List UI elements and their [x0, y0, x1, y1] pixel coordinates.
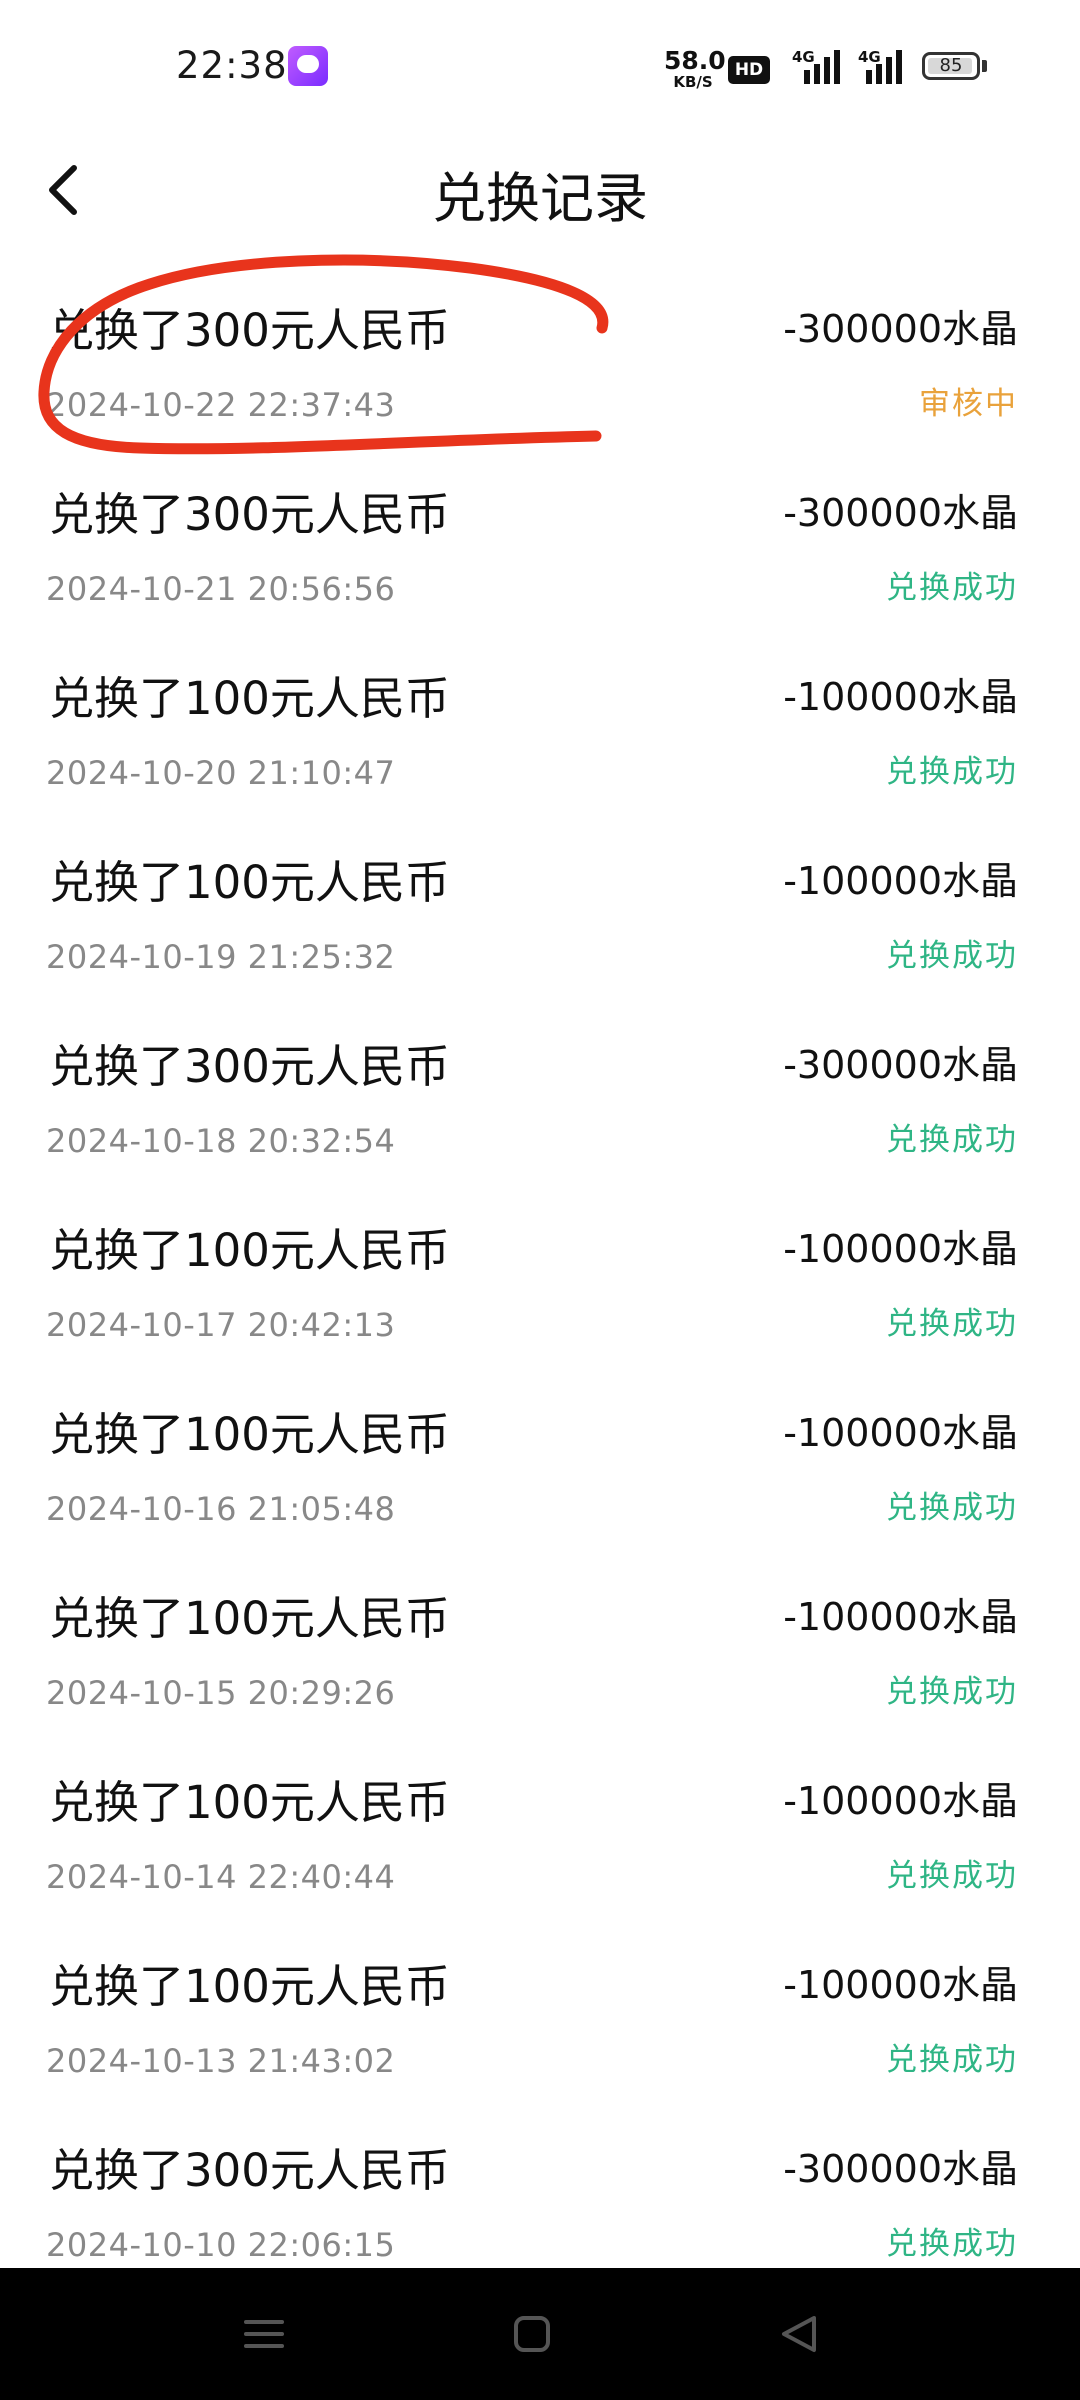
record-title: 兑换了100元人民币	[49, 1776, 450, 1829]
list-item[interactable]: 兑换了300元人民币 2024-10-22 22:37:43 -300000水晶…	[46, 272, 1034, 456]
record-title: 兑换了300元人民币	[49, 1040, 450, 1093]
record-status: 兑换成功	[886, 1306, 1018, 1342]
record-time: 2024-10-14 22:40:44	[46, 1858, 396, 1896]
record-amount: -300000水晶	[783, 1043, 1018, 1087]
record-time: 2024-10-19 21:25:32	[46, 938, 396, 976]
record-time: 2024-10-21 20:56:56	[46, 570, 396, 608]
hd-icon: HD	[728, 56, 770, 84]
record-amount: -100000水晶	[783, 1227, 1018, 1271]
network-speed: 58.0 KB/S	[664, 46, 726, 91]
record-status: 兑换成功	[886, 1674, 1018, 1710]
signal-type-label: 4G	[792, 48, 815, 66]
record-title: 兑换了100元人民币	[49, 1408, 450, 1461]
record-amount: -100000水晶	[783, 675, 1018, 719]
record-amount: -100000水晶	[783, 1411, 1018, 1455]
list-item[interactable]: 兑换了300元人民币 2024-10-18 20:32:54 -300000水晶…	[46, 1008, 1034, 1192]
signal-icon: 4G	[858, 48, 910, 84]
record-time: 2024-10-15 20:29:26	[46, 1674, 396, 1712]
list-item[interactable]: 兑换了300元人民币 2024-10-21 20:56:56 -300000水晶…	[46, 456, 1034, 640]
status-bar: 22:38 58.0 KB/S HD 4G 4G 85	[0, 0, 1080, 130]
record-status: 兑换成功	[886, 1858, 1018, 1894]
list-item[interactable]: 兑换了100元人民币 2024-10-19 21:25:32 -100000水晶…	[46, 824, 1034, 1008]
record-time: 2024-10-20 21:10:47	[46, 754, 396, 792]
record-status: 兑换成功	[886, 2226, 1018, 2262]
list-item[interactable]: 兑换了100元人民币 2024-10-16 21:05:48 -100000水晶…	[46, 1376, 1034, 1560]
record-title: 兑换了300元人民币	[49, 488, 450, 541]
record-title: 兑换了100元人民币	[49, 1592, 450, 1645]
record-amount: -100000水晶	[783, 1963, 1018, 2007]
record-status: 兑换成功	[886, 754, 1018, 790]
menu-icon[interactable]	[234, 2304, 294, 2364]
battery-tip	[982, 60, 987, 72]
record-title: 兑换了100元人民币	[49, 1960, 450, 2013]
square-home-icon[interactable]	[502, 2304, 562, 2364]
record-status: 兑换成功	[886, 1490, 1018, 1526]
record-title: 兑换了300元人民币	[49, 304, 450, 357]
list-item[interactable]: 兑换了100元人民币 2024-10-17 20:42:13 -100000水晶…	[46, 1192, 1034, 1376]
network-speed-unit: KB/S	[673, 73, 713, 91]
record-time: 2024-10-13 21:43:02	[46, 2042, 396, 2080]
record-title: 兑换了100元人民币	[49, 856, 450, 909]
status-time: 22:38	[176, 44, 288, 87]
exchange-record-list: 兑换了300元人民币 2024-10-22 22:37:43 -300000水晶…	[0, 272, 1080, 2296]
record-title: 兑换了100元人民币	[49, 672, 450, 725]
app-notification-icon	[288, 46, 328, 86]
record-amount: -300000水晶	[783, 491, 1018, 535]
record-title: 兑换了100元人民币	[49, 1224, 450, 1277]
record-amount: -100000水晶	[783, 1595, 1018, 1639]
page-header: 兑换记录	[0, 130, 1080, 250]
network-speed-value: 58.0	[664, 46, 726, 75]
battery-icon: 85	[922, 52, 980, 80]
battery-level: 85	[939, 55, 963, 76]
list-item[interactable]: 兑换了100元人民币 2024-10-20 21:10:47 -100000水晶…	[46, 640, 1034, 824]
record-amount: -300000水晶	[783, 307, 1018, 351]
record-time: 2024-10-22 22:37:43	[46, 386, 396, 424]
triangle-back-icon[interactable]	[770, 2304, 830, 2364]
record-time: 2024-10-16 21:05:48	[46, 1490, 396, 1528]
record-time: 2024-10-18 20:32:54	[46, 1122, 396, 1160]
record-time: 2024-10-17 20:42:13	[46, 1306, 396, 1344]
record-status: 审核中	[919, 386, 1018, 422]
record-title: 兑换了300元人民币	[49, 2144, 450, 2197]
record-amount: -300000水晶	[783, 2147, 1018, 2191]
record-amount: -100000水晶	[783, 859, 1018, 903]
list-item[interactable]: 兑换了100元人民币 2024-10-13 21:43:02 -100000水晶…	[46, 1928, 1034, 2112]
signal-icon: 4G	[782, 48, 844, 84]
system-navigation-bar	[0, 2268, 1080, 2400]
record-status: 兑换成功	[886, 570, 1018, 606]
page-title: 兑换记录	[432, 167, 648, 230]
record-time: 2024-10-10 22:06:15	[46, 2226, 396, 2264]
list-item[interactable]: 兑换了100元人民币 2024-10-15 20:29:26 -100000水晶…	[46, 1560, 1034, 1744]
list-item[interactable]: 兑换了100元人民币 2024-10-14 22:40:44 -100000水晶…	[46, 1744, 1034, 1928]
record-status: 兑换成功	[886, 938, 1018, 974]
record-status: 兑换成功	[886, 1122, 1018, 1158]
record-amount: -100000水晶	[783, 1779, 1018, 1823]
record-status: 兑换成功	[886, 2042, 1018, 2078]
